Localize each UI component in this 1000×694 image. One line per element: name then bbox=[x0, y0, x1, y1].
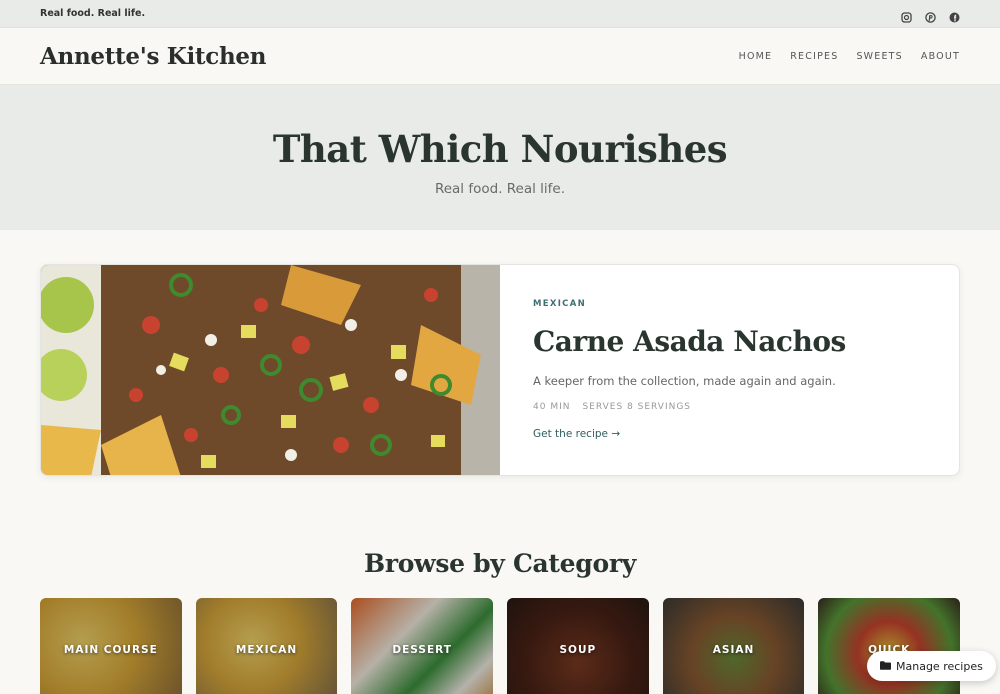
nav-home[interactable]: HOME bbox=[739, 51, 773, 62]
category-label: DESSERT bbox=[392, 644, 452, 656]
social-links bbox=[901, 8, 960, 23]
featured-recipe-category[interactable]: MEXICAN bbox=[533, 299, 846, 309]
browse-section-title: Browse by Category bbox=[364, 549, 636, 578]
pinterest-icon[interactable] bbox=[925, 8, 936, 23]
manage-recipes-label: Manage recipes bbox=[896, 659, 983, 673]
get-recipe-link[interactable]: Get the recipe → bbox=[533, 428, 620, 440]
featured-recipe-meta: 40 MIN SERVES 8 SERVINGS bbox=[533, 402, 846, 412]
hero-banner: That Which Nourishes Real food. Real lif… bbox=[0, 85, 1000, 230]
nav-sweets[interactable]: SWEETS bbox=[856, 51, 902, 62]
category-tile-asian[interactable]: ASIAN bbox=[662, 598, 805, 694]
facebook-icon[interactable] bbox=[949, 8, 960, 23]
hero-title: That Which Nourishes bbox=[272, 126, 728, 171]
site-header: Annette's Kitchen HOME RECIPES SWEETS AB… bbox=[0, 28, 1000, 85]
manage-recipes-button[interactable]: Manage recipes bbox=[867, 651, 996, 681]
category-label: ASIAN bbox=[712, 644, 755, 656]
category-label: MAIN COURSE bbox=[63, 644, 158, 656]
hero-subtitle: Real food. Real life. bbox=[434, 180, 566, 197]
top-bar: Real food. Real life. bbox=[0, 0, 1000, 28]
featured-recipe-content: MEXICAN Carne Asada Nachos A keeper from… bbox=[500, 265, 879, 475]
category-tile-mexican[interactable]: MEXICAN bbox=[195, 598, 338, 694]
category-tile-soup[interactable]: SOUP bbox=[507, 598, 649, 694]
instagram-icon[interactable] bbox=[901, 8, 912, 23]
featured-recipe-title[interactable]: Carne Asada Nachos bbox=[533, 325, 846, 358]
nav-about[interactable]: ABOUT bbox=[921, 51, 960, 62]
category-label: MEXICAN bbox=[235, 644, 298, 656]
featured-recipe-photo[interactable] bbox=[41, 265, 500, 475]
featured-recipe-description: A keeper from the collection, made again… bbox=[533, 374, 836, 388]
recipe-servings: SERVES 8 SERVINGS bbox=[582, 402, 692, 412]
topbar-tagline: Real food. Real life. bbox=[40, 8, 146, 19]
site-logo[interactable]: Annette's Kitchen bbox=[40, 43, 266, 70]
nav-recipes[interactable]: RECIPES bbox=[790, 51, 838, 62]
category-grid: MAIN COURSE MEXICAN DESSERT SOUP ASIAN Q… bbox=[40, 598, 961, 694]
category-label: SOUP bbox=[559, 644, 597, 656]
main-nav: HOME RECIPES SWEETS ABOUT bbox=[739, 51, 960, 62]
recipe-time: 40 MIN bbox=[533, 402, 571, 412]
category-tile-dessert[interactable]: DESSERT bbox=[351, 598, 494, 694]
featured-recipe-card[interactable]: MEXICAN Carne Asada Nachos A keeper from… bbox=[40, 264, 960, 476]
category-tile-main-course[interactable]: MAIN COURSE bbox=[40, 598, 182, 694]
folder-icon bbox=[880, 660, 891, 673]
